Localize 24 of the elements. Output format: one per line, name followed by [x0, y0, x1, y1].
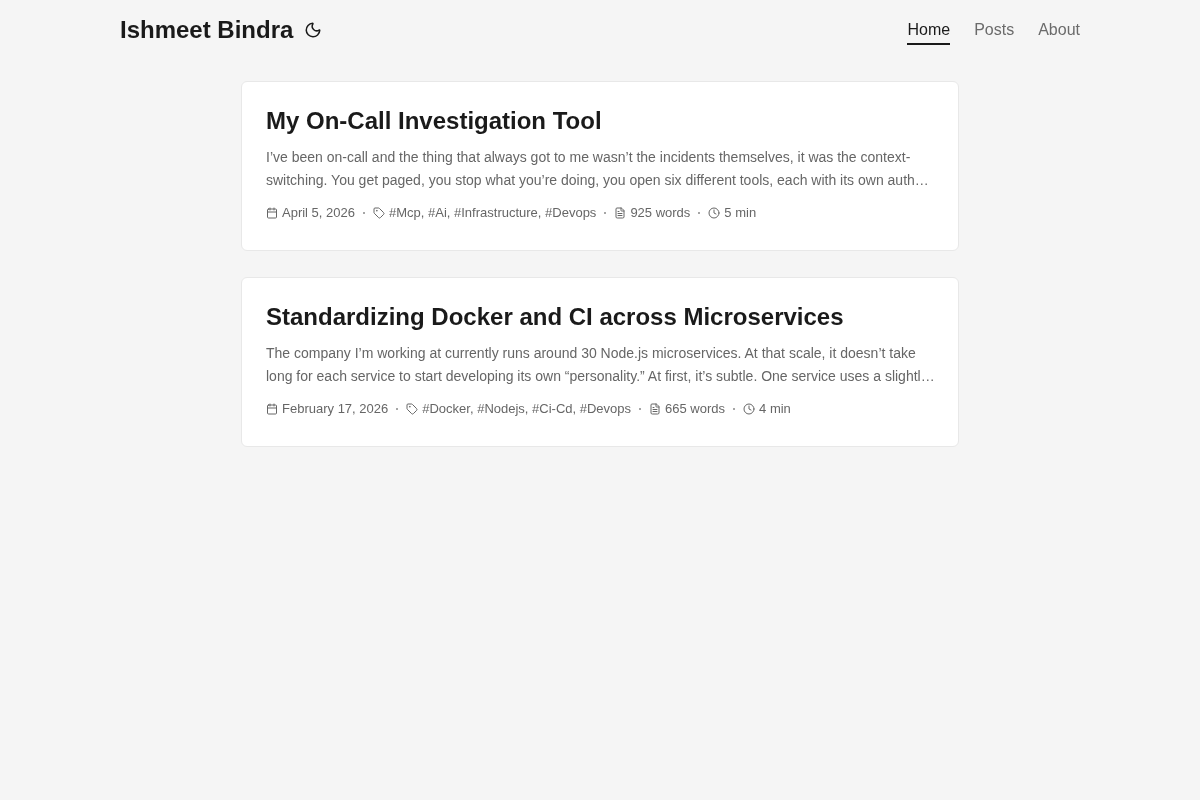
post-date: April 5, 2026: [282, 204, 355, 222]
post-tags: #Mcp, #Ai, #Infrastructure, #Devops: [389, 204, 597, 222]
document-icon: [649, 403, 662, 415]
calendar-icon: [266, 403, 278, 415]
post-tags: #Docker, #Nodejs, #Ci-Cd, #Devops: [422, 400, 632, 418]
word-count: 925 words: [630, 204, 691, 222]
calendar-icon: [266, 207, 278, 219]
post-date: February 17, 2026: [282, 400, 389, 418]
site-title[interactable]: Ishmeet Bindra: [120, 15, 294, 45]
read-time: 4 min: [759, 400, 791, 418]
post-title[interactable]: My On-Call Investigation Tool: [266, 106, 602, 136]
tag-icon: [406, 403, 419, 415]
document-icon: [614, 207, 627, 219]
read-time: 5 min: [724, 204, 757, 222]
clock-icon: [743, 403, 756, 415]
post-excerpt: I’ve been on-call and the thing that always got to me wasn’t the incidents themselves, it was the context-switching. You get paged, you stop what you’re doing, you open six different tools, each with its own auth…: [266, 148, 930, 190]
post-title[interactable]: Standardizing Docker and CI across Microservices: [266, 302, 844, 332]
word-count: 665 words: [665, 400, 726, 418]
nav-link[interactable]: Home: [907, 20, 951, 45]
nav-link[interactable]: Posts: [974, 20, 1015, 45]
nav-link[interactable]: About: [1038, 20, 1080, 45]
clock-icon: [708, 207, 721, 219]
post-excerpt: The company I’m working at currently runs around 30 Node.js microservices. At that scale, it doesn’t take long for each service to start developing its own “personality.” At first, it’s subtle. One service uses a slightl…: [266, 344, 936, 386]
tag-icon: [373, 207, 385, 219]
